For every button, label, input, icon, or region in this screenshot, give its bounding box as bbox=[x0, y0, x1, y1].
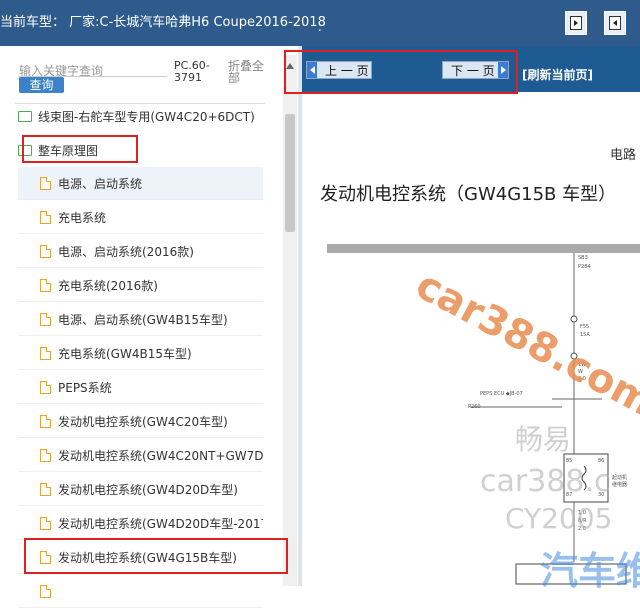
collapse-all-link[interactable]: 折叠全部 bbox=[228, 60, 268, 84]
tree-folder-label: 线束图-右舵车型专用(GW4C20+6DCT) bbox=[38, 110, 255, 124]
document-icon bbox=[40, 346, 51, 360]
tree-item[interactable]: 充电系统(GW4B15车型) bbox=[18, 337, 263, 370]
folder-icon bbox=[18, 111, 32, 122]
tree-item[interactable]: 发动机电控系统(GW4D20D车型-2017款 bbox=[18, 507, 263, 540]
tree-item[interactable]: PEPS系统 bbox=[18, 371, 263, 404]
watermark-text: 畅易 bbox=[515, 423, 572, 456]
title-link-dot[interactable]: . bbox=[318, 20, 322, 34]
refresh-page-link[interactable]: [刷新当前页] bbox=[522, 66, 593, 83]
tree-item-label: 充电系统 bbox=[58, 210, 107, 225]
scrollbar-thumb[interactable] bbox=[285, 114, 295, 232]
document-icon bbox=[40, 380, 51, 394]
tree-folder-harness[interactable]: 线束图-右舵车型专用(GW4C20+6DCT) bbox=[18, 100, 266, 133]
document-icon bbox=[40, 482, 51, 496]
label-p260: P260 bbox=[468, 404, 481, 410]
tree-item[interactable]: 发动机电控系统(GW4C20NT+GW7DCT bbox=[18, 439, 263, 472]
highlight-box-nav bbox=[284, 50, 518, 94]
left-panel: 输入关键字查询 查询 PC.60-3791 折叠全部 线束图-右舵车型专用(GW… bbox=[0, 46, 298, 608]
tree-item-label: 电源、启动系统 bbox=[58, 176, 143, 191]
tree-item[interactable]: 发动机电控系统(GW4C20车型) bbox=[18, 405, 263, 438]
tree-item-label: 发动机电控系统(GW4C20车型) bbox=[58, 414, 228, 429]
tree-item-label: 充电系统(GW4B15车型) bbox=[58, 346, 192, 361]
document-icon bbox=[40, 210, 51, 224]
current-model-title: 当前车型： 厂家:C-长城汽车哈弗H6 Coupe2016-2018 bbox=[0, 15, 326, 30]
document-icon bbox=[40, 516, 51, 530]
top-bar: 当前车型： 厂家:C-长城汽车哈弗H6 Coupe2016-2018 . bbox=[0, 0, 640, 46]
tree-item-label: 发动机电控系统(GW4D20D车型-2017款 bbox=[58, 516, 263, 531]
pc-code: PC.60-3791 bbox=[174, 59, 210, 84]
collapse-left-panel-button[interactable] bbox=[565, 11, 587, 35]
tree-item[interactable]: 电源、启动系统(GW4B15车型) bbox=[18, 303, 263, 336]
document-icon bbox=[40, 448, 51, 462]
document-icon bbox=[40, 244, 51, 258]
tree-item-label: 电源、启动系统(2016款) bbox=[58, 244, 194, 259]
tree-item-label: 充电系统(2016款) bbox=[58, 278, 158, 293]
document-icon bbox=[40, 584, 51, 598]
label-sb: SB3 bbox=[578, 255, 588, 261]
watermark-text: car388.c bbox=[480, 464, 611, 499]
query-button[interactable]: 查询 bbox=[19, 77, 64, 93]
tree-item-label: 电源、启动系统(GW4B15车型) bbox=[58, 312, 228, 327]
label-f55: F55 bbox=[580, 324, 590, 330]
tree-item-partial[interactable] bbox=[18, 575, 263, 608]
tree-item-label: PEPS系统 bbox=[58, 380, 112, 395]
document-icon bbox=[40, 176, 51, 190]
label-p284: P284 bbox=[578, 264, 591, 270]
panel-arrow-right-icon bbox=[570, 16, 582, 30]
tree-item[interactable]: 电源、启动系统 bbox=[18, 167, 263, 200]
panel-arrow-left-icon bbox=[609, 16, 621, 30]
label-peps: PEPS ECU ◆JB-07 bbox=[480, 391, 523, 397]
collapse-right-panel-button[interactable] bbox=[604, 11, 626, 35]
tree-item[interactable]: 电源、启动系统(2016款) bbox=[18, 235, 263, 268]
highlight-box-selected-item bbox=[24, 538, 288, 574]
tree-item[interactable]: 充电系统 bbox=[18, 201, 263, 234]
tree-item-label: 发动机电控系统(GW4D20D车型) bbox=[58, 482, 238, 497]
document-icon bbox=[40, 312, 51, 326]
document-icon bbox=[40, 278, 51, 292]
watermark-text: 汽车维 bbox=[540, 549, 640, 593]
watermark-text: CY2005 bbox=[505, 502, 613, 535]
tree-item[interactable]: 充电系统(2016款) bbox=[18, 269, 263, 302]
label-amp: 15A bbox=[580, 332, 590, 338]
label-relay: 起动机 继电器 bbox=[612, 475, 628, 488]
tree-item-label: 发动机电控系统(GW4C20NT+GW7DCT bbox=[58, 448, 263, 463]
document-icon bbox=[40, 414, 51, 428]
highlight-box-schematics bbox=[22, 135, 138, 163]
tree-item[interactable]: 发动机电控系统(GW4D20D车型) bbox=[18, 473, 263, 506]
